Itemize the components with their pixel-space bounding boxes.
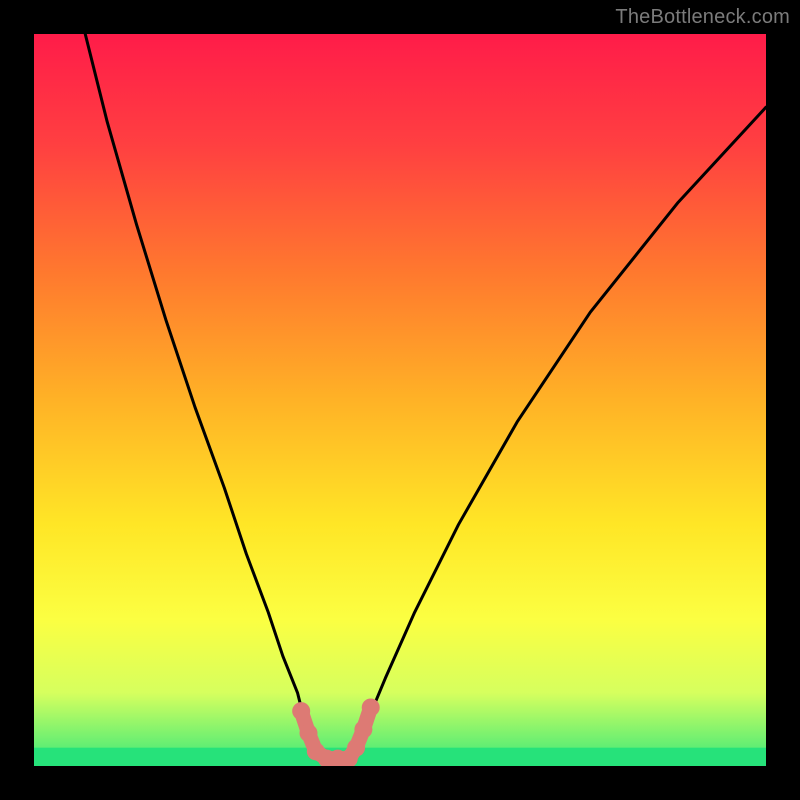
marker-dot <box>362 698 380 716</box>
marker-dot <box>347 739 365 757</box>
marker-dot <box>292 702 310 720</box>
chart-svg <box>34 34 766 766</box>
chart-frame: TheBottleneck.com <box>0 0 800 800</box>
floor-band <box>34 748 766 766</box>
plot-area <box>34 34 766 766</box>
marker-dot <box>300 724 318 742</box>
curve-bottleneck-curve <box>85 34 766 759</box>
marker-dot <box>354 720 372 738</box>
watermark-text: TheBottleneck.com <box>615 6 790 29</box>
